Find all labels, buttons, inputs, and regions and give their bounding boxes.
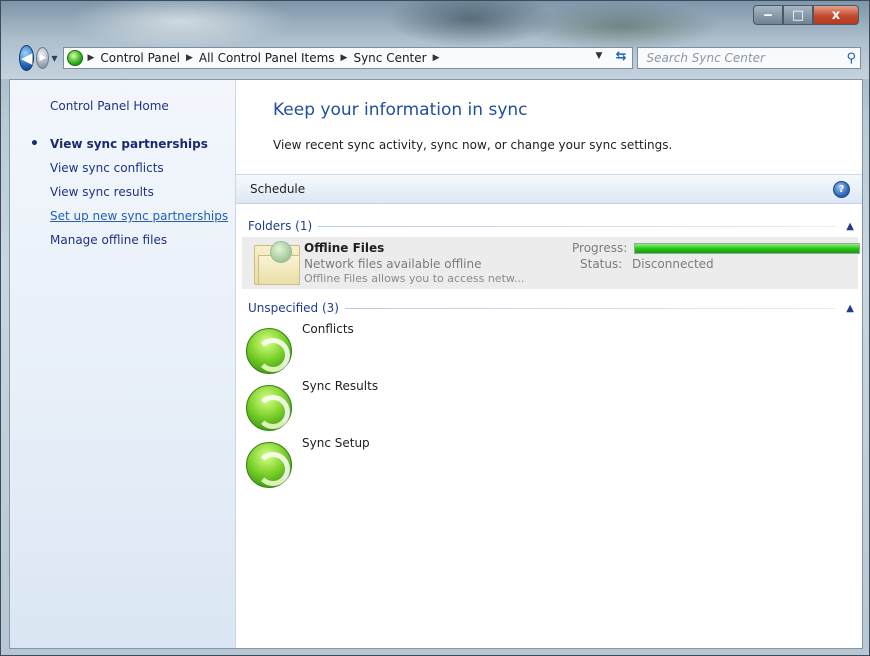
sidebar-item-manage-offline-files[interactable]: Manage offline files xyxy=(10,228,235,252)
recent-pages-dropdown-icon[interactable]: ▼ xyxy=(51,54,57,63)
collapse-chevron-icon[interactable]: ▲ xyxy=(846,303,854,314)
search-input[interactable] xyxy=(646,51,847,65)
sidebar-item-view-sync-results[interactable]: View sync results xyxy=(10,180,235,204)
item-name: Offline Files xyxy=(304,241,385,255)
breadcrumb-chevron-icon[interactable]: ▶ xyxy=(87,53,94,63)
search-box[interactable]: ⚲ xyxy=(637,47,861,69)
group-divider xyxy=(318,225,837,227)
sync-center-icon xyxy=(67,50,84,66)
arrow-left-icon: ◀ xyxy=(20,49,33,67)
forward-button[interactable]: ▶ xyxy=(36,47,50,69)
breadcrumb-chevron-icon[interactable]: ▶ xyxy=(341,53,348,63)
collapse-chevron-icon[interactable]: ▲ xyxy=(846,221,854,232)
title-bar: ‒ □ x ◀ ▶ ▼ ▶ Control Panel ▶ All Contro… xyxy=(1,1,869,79)
breadcrumb-control-panel[interactable]: Control Panel xyxy=(100,51,180,65)
sidebar-item-view-sync-conflicts[interactable]: View sync conflicts xyxy=(10,156,235,180)
sidebar-item-control-panel-home[interactable]: Control Panel Home xyxy=(10,94,235,118)
sync-icon xyxy=(246,442,292,488)
maximize-button[interactable]: □ xyxy=(783,5,813,25)
sync-item-sync-results[interactable]: Sync Results xyxy=(246,379,546,435)
schedule-button[interactable]: Schedule xyxy=(250,182,305,196)
sync-icon xyxy=(246,385,292,431)
search-icon[interactable]: ⚲ xyxy=(846,51,856,66)
item-name: Conflicts xyxy=(302,322,354,336)
sidebar-item-view-sync-partnerships[interactable]: • View sync partnerships xyxy=(10,132,235,156)
arrow-right-icon: ▶ xyxy=(39,53,47,63)
offline-files-folder-icon xyxy=(254,241,300,285)
back-button[interactable]: ◀ xyxy=(19,45,35,71)
breadcrumb-chevron-icon[interactable]: ▶ xyxy=(186,53,193,63)
bullet-icon: • xyxy=(30,136,39,152)
item-details: Offline Files allows you to access netw.… xyxy=(304,272,525,285)
sidebar-item-set-up-new-sync-partnerships[interactable]: Set up new sync partnerships xyxy=(10,204,235,228)
help-icon[interactable]: ? xyxy=(833,180,850,198)
refresh-icon[interactable]: ⇆ xyxy=(616,49,627,64)
sidebar: Control Panel Home • View sync partnersh… xyxy=(10,80,236,648)
sync-item-offline-files[interactable]: Offline Files Network files available of… xyxy=(242,237,860,289)
address-dropdown-icon[interactable]: ▼ xyxy=(596,51,603,61)
progress-bar-fill xyxy=(635,244,859,253)
sync-item-conflicts[interactable]: Conflicts xyxy=(246,322,546,378)
sync-item-sync-setup[interactable]: Sync Setup xyxy=(246,436,546,492)
group-title: Folders (1) xyxy=(248,219,313,233)
sync-icon xyxy=(246,328,292,374)
item-description: Network files available offline xyxy=(304,257,482,271)
breadcrumb-sync-center[interactable]: Sync Center xyxy=(353,51,426,65)
page-description: View recent sync activity, sync now, or … xyxy=(273,138,673,152)
item-name: Sync Setup xyxy=(302,436,370,450)
group-title: Unspecified (3) xyxy=(248,301,339,315)
navigation-bar: ◀ ▶ ▼ ▶ Control Panel ▶ All Control Pane… xyxy=(19,45,861,71)
status-value: Disconnected xyxy=(632,257,714,271)
breadcrumb-chevron-icon[interactable]: ▶ xyxy=(433,53,440,63)
toolbar: Schedule ? xyxy=(236,174,862,204)
sync-center-window: ‒ □ x ◀ ▶ ▼ ▶ Control Panel ▶ All Contro… xyxy=(0,0,870,656)
item-name: Sync Results xyxy=(302,379,379,393)
group-divider xyxy=(344,307,837,309)
progress-bar xyxy=(634,243,860,254)
breadcrumb-all-control-panel-items[interactable]: All Control Panel Items xyxy=(199,51,335,65)
minimize-button[interactable]: ‒ xyxy=(753,5,783,25)
address-bar[interactable]: ▶ Control Panel ▶ All Control Panel Item… xyxy=(63,47,634,69)
status-label: Status: xyxy=(580,257,623,271)
content-area: Control Panel Home • View sync partnersh… xyxy=(9,79,863,649)
group-header-unspecified[interactable]: Unspecified (3) ▲ xyxy=(248,299,854,317)
window-controls: ‒ □ x xyxy=(753,5,859,25)
main-panel: Keep your information in sync View recen… xyxy=(236,80,862,648)
group-header-folders[interactable]: Folders (1) ▲ xyxy=(248,217,854,235)
progress-label: Progress: xyxy=(572,241,628,255)
sidebar-item-label: View sync partnerships xyxy=(50,137,208,151)
page-title: Keep your information in sync xyxy=(273,100,528,120)
close-button[interactable]: x xyxy=(813,5,859,25)
